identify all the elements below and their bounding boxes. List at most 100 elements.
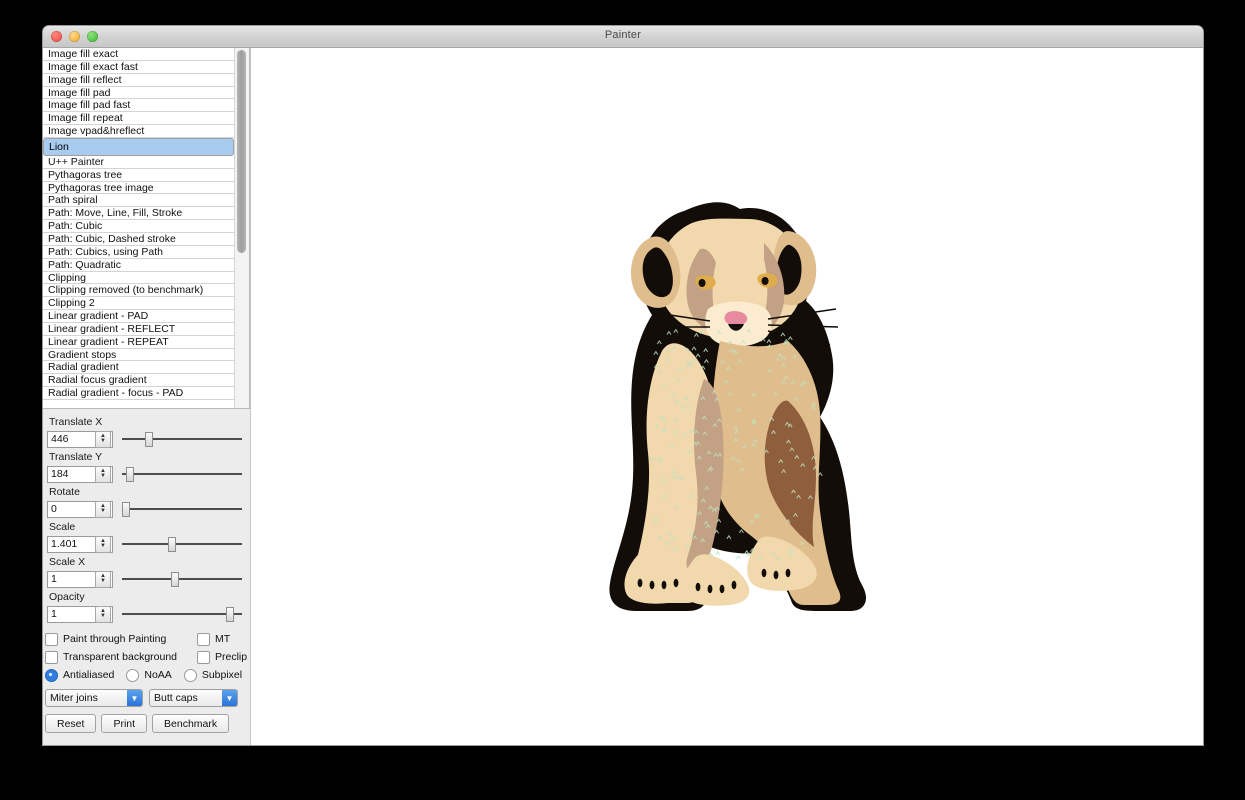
antialiased-label: Antialiased: [63, 669, 114, 681]
spinbox-value: 184: [48, 468, 95, 480]
slider-5[interactable]: [122, 605, 244, 623]
slider-thumb[interactable]: [122, 502, 130, 517]
spinbox-4[interactable]: 1▲▼: [47, 571, 113, 588]
mt-checkbox[interactable]: [197, 633, 210, 646]
slider-4[interactable]: [122, 570, 244, 588]
lion-toe-10: [786, 569, 791, 577]
list-item[interactable]: Path spiral: [43, 194, 234, 207]
list-scrollbar-thumb[interactable]: [237, 50, 246, 253]
lion-toe-0: [638, 579, 643, 587]
slider-track: [122, 473, 242, 475]
window-titlebar[interactable]: Painter: [43, 26, 1203, 48]
list-item[interactable]: Path: Move, Line, Fill, Stroke: [43, 207, 234, 220]
slider-label-scale-x: Scale X: [49, 556, 244, 568]
slider-thumb[interactable]: [145, 432, 153, 447]
list-item[interactable]: Clipping 2: [43, 297, 234, 310]
slider-thumb[interactable]: [126, 467, 134, 482]
list-item[interactable]: Radial focus gradient: [43, 374, 234, 387]
benchmark-button[interactable]: Benchmark: [152, 714, 229, 733]
slider-row: 1▲▼: [47, 605, 244, 623]
spinbox-1[interactable]: 184▲▼: [47, 466, 113, 483]
slider-label-rotate: Rotate: [49, 486, 244, 498]
list-item[interactable]: U++ Painter: [43, 156, 234, 169]
example-list[interactable]: Image fill exactImage fill exact fastIma…: [43, 48, 234, 408]
list-item[interactable]: Image fill pad fast: [43, 99, 234, 112]
list-item-selected[interactable]: Lion: [43, 138, 234, 156]
list-item[interactable]: Path: Cubic: [43, 220, 234, 233]
slider-row: 0▲▼: [47, 500, 244, 518]
spinbox-2[interactable]: 0▲▼: [47, 501, 113, 518]
left-panel: Image fill exactImage fill exact fastIma…: [43, 48, 251, 745]
slider-thumb[interactable]: [168, 537, 176, 552]
antialiased-radio[interactable]: [45, 669, 58, 682]
slider-2[interactable]: [122, 500, 244, 518]
slider-thumb[interactable]: [171, 572, 179, 587]
slider-0[interactable]: [122, 430, 244, 448]
checkbox-row-2: Transparent background Preclip: [45, 648, 250, 666]
preclip-checkbox[interactable]: [197, 651, 210, 664]
subpixel-label: Subpixel: [202, 669, 242, 681]
slider-row: 1▲▼: [47, 570, 244, 588]
lion-left-pupil: [699, 279, 706, 287]
stepper-arrows-icon[interactable]: ▲▼: [95, 536, 111, 553]
list-item[interactable]: Image vpad&hreflect: [43, 125, 234, 138]
lion-illustration: [592, 191, 882, 611]
list-item[interactable]: Image fill exact: [43, 48, 234, 61]
list-item[interactable]: Clipping: [43, 272, 234, 285]
spinbox-3[interactable]: 1.401▲▼: [47, 536, 113, 553]
list-item[interactable]: Path: Cubic, Dashed stroke: [43, 233, 234, 246]
list-item[interactable]: Linear gradient - REPEAT: [43, 336, 234, 349]
spinbox-5[interactable]: 1▲▼: [47, 606, 113, 623]
joins-dropdown-value: Miter joins: [46, 692, 127, 704]
window-body: Image fill exactImage fill exact fastIma…: [43, 48, 1203, 745]
list-item[interactable]: Radial gradient: [43, 361, 234, 374]
list-scrollbar[interactable]: [234, 48, 249, 408]
paint-through-painting-checkbox[interactable]: [45, 633, 58, 646]
lion-toe-5: [708, 585, 713, 593]
action-buttons: Reset Print Benchmark: [45, 714, 250, 733]
spinbox-value: 1: [48, 573, 95, 585]
list-item[interactable]: Gradient stops: [43, 349, 234, 362]
painter-window: Painter Image fill exactImage fill exact…: [43, 26, 1203, 745]
lion-toe-6: [720, 585, 725, 593]
stepper-arrows-icon[interactable]: ▲▼: [95, 466, 111, 483]
caps-dropdown[interactable]: Butt caps ▼: [149, 689, 238, 707]
slider-thumb[interactable]: [226, 607, 234, 622]
stepper-arrows-icon[interactable]: ▲▼: [95, 571, 111, 588]
list-item[interactable]: Clipping removed (to benchmark): [43, 284, 234, 297]
list-item[interactable]: Pythagoras tree image: [43, 182, 234, 195]
preclip-checkbox-group: Preclip: [197, 651, 247, 664]
stepper-arrows-icon[interactable]: ▲▼: [95, 431, 111, 448]
painting-canvas[interactable]: [251, 48, 1203, 745]
slider-label-opacity: Opacity: [49, 591, 244, 603]
list-item[interactable]: Image fill repeat: [43, 112, 234, 125]
list-item[interactable]: Radial gradient - focus - PAD: [43, 387, 234, 400]
slider-track: [122, 578, 242, 580]
slider-label-translate-x: Translate X: [49, 416, 244, 428]
reset-button[interactable]: Reset: [45, 714, 96, 733]
list-item[interactable]: Image fill reflect: [43, 74, 234, 87]
spinbox-0[interactable]: 446▲▼: [47, 431, 113, 448]
list-item[interactable]: Image fill exact fast: [43, 61, 234, 74]
spinbox-value: 0: [48, 503, 95, 515]
print-button[interactable]: Print: [101, 714, 147, 733]
chevron-down-icon: ▼: [222, 690, 237, 706]
lion-toe-4: [696, 583, 701, 591]
transparent-background-checkbox[interactable]: [45, 651, 58, 664]
slider-1[interactable]: [122, 465, 244, 483]
joins-dropdown[interactable]: Miter joins ▼: [45, 689, 143, 707]
noaa-radio[interactable]: [126, 669, 139, 682]
stepper-arrows-icon[interactable]: ▲▼: [95, 606, 111, 623]
slider-3[interactable]: [122, 535, 244, 553]
list-item[interactable]: Linear gradient - REFLECT: [43, 323, 234, 336]
list-item[interactable]: Path: Quadratic: [43, 259, 234, 272]
slider-row: 1.401▲▼: [47, 535, 244, 553]
subpixel-radio[interactable]: [184, 669, 197, 682]
list-item[interactable]: Image fill pad: [43, 87, 234, 100]
list-item[interactable]: Linear gradient - PAD: [43, 310, 234, 323]
list-item[interactable]: Pythagoras tree: [43, 169, 234, 182]
spinbox-value: 446: [48, 433, 95, 445]
stepper-arrows-icon[interactable]: ▲▼: [95, 501, 111, 518]
list-item[interactable]: Path: Cubics, using Path: [43, 246, 234, 259]
slider-track: [122, 438, 242, 440]
